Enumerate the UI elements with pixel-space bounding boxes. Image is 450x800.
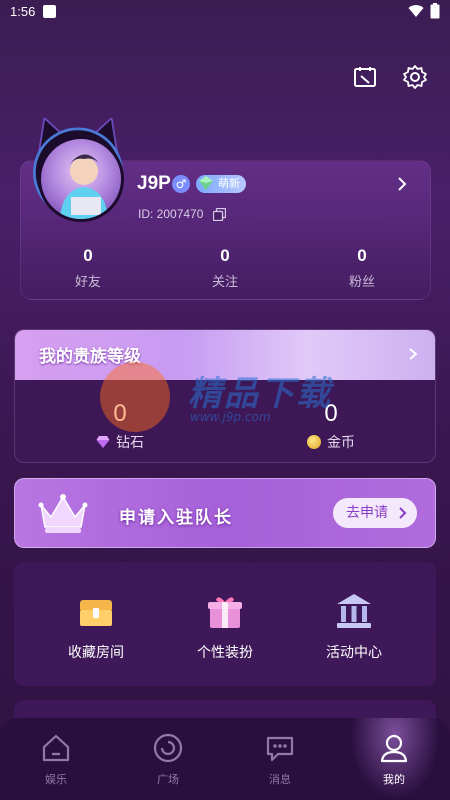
status-bar: 1:56 xyxy=(0,0,450,22)
stat-friends-label: 好友 xyxy=(74,275,101,290)
apply-chevron-right-icon xyxy=(399,507,407,519)
gift-box-icon xyxy=(208,597,242,628)
feature-activity-center[interactable]: 活动中心 xyxy=(299,592,409,662)
bank-building-icon xyxy=(337,594,371,628)
captain-title: 申请入驻队长 xyxy=(119,508,233,528)
tab-messages[interactable]: 消息 xyxy=(240,732,320,787)
tab-messages-label: 消息 xyxy=(269,773,291,786)
message-bubble-icon xyxy=(266,736,294,762)
feature-personal-style[interactable]: 个性装扮 xyxy=(170,592,280,662)
features-card: 收藏房间 个性装扮 活动中心 xyxy=(14,562,436,686)
tab-plaza-label: 广场 xyxy=(157,773,179,786)
tab-plaza[interactable]: 广场 xyxy=(128,732,208,787)
stat-fans-label: 粉丝 xyxy=(348,275,375,290)
stat-following[interactable]: 0 关注 xyxy=(185,246,265,290)
status-time: 1:56 xyxy=(10,3,36,19)
noble-chevron-right-icon[interactable] xyxy=(407,347,419,361)
battery-icon xyxy=(430,3,440,19)
edit-image-icon[interactable] xyxy=(352,64,378,90)
stat-friends[interactable]: 0 好友 xyxy=(48,246,128,290)
home-icon xyxy=(42,734,70,762)
tab-mine-label: 我的 xyxy=(383,773,405,786)
plaza-circle-icon xyxy=(153,733,183,763)
stat-following-value: 0 xyxy=(220,246,230,265)
crown-icon xyxy=(38,494,88,533)
tab-entertainment-label: 娱乐 xyxy=(45,773,67,786)
copy-icon[interactable] xyxy=(213,208,226,221)
watermark-text: 精品下载 xyxy=(188,374,332,414)
tab-mine[interactable]: 我的 xyxy=(354,732,434,787)
user-id: ID: 2007470 xyxy=(138,207,204,221)
avatar xyxy=(38,136,124,222)
feature-activity-center-label: 活动中心 xyxy=(326,645,382,661)
stat-friends-value: 0 xyxy=(83,246,93,265)
notification-icon xyxy=(43,4,57,18)
settings-gear-icon[interactable] xyxy=(402,64,428,90)
stat-fans-value: 0 xyxy=(357,246,367,265)
feature-favorite-rooms[interactable]: 收藏房间 xyxy=(41,592,151,662)
male-gender-icon: ♂ xyxy=(172,175,190,193)
tab-entertainment[interactable]: 娱乐 xyxy=(16,732,96,787)
feature-personal-style-label: 个性装扮 xyxy=(197,645,253,661)
captain-apply-banner[interactable]: 申请入驻队长 去申请 xyxy=(14,478,436,548)
apply-button[interactable]: 去申请 xyxy=(333,498,417,528)
profile-chevron-right-icon[interactable] xyxy=(395,176,409,192)
username: J9P xyxy=(137,173,171,194)
level-gem-icon xyxy=(199,176,213,190)
watermark: 精品下载 www.j9p.com xyxy=(100,360,370,440)
person-icon xyxy=(380,734,408,763)
feature-favorite-rooms-label: 收藏房间 xyxy=(68,645,124,661)
apply-button-label: 去申请 xyxy=(346,505,388,521)
stat-fans[interactable]: 0 粉丝 xyxy=(322,246,402,290)
treasure-chest-icon xyxy=(80,600,112,626)
top-actions xyxy=(352,64,428,90)
stat-following-label: 关注 xyxy=(211,275,238,290)
watermark-url: www.j9p.com xyxy=(190,410,271,424)
bottom-tab-bar: 娱乐 广场 消息 我的 xyxy=(0,718,450,800)
wifi-icon xyxy=(408,5,424,18)
avatar-container[interactable] xyxy=(28,118,138,228)
watermark-logo-icon xyxy=(100,362,170,432)
